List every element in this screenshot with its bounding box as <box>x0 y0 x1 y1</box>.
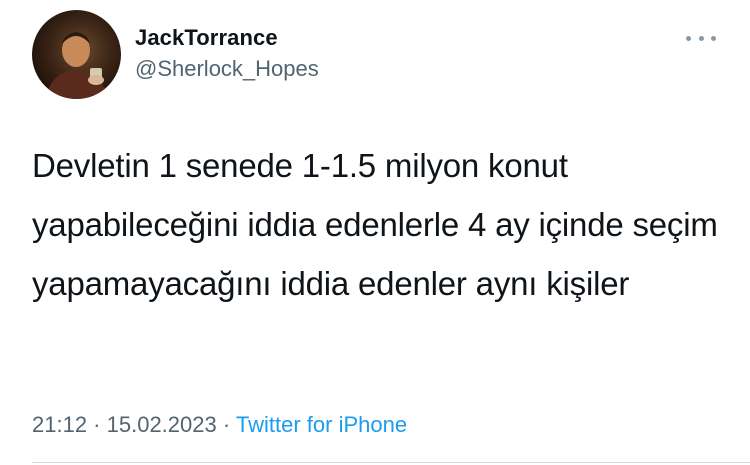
tweet-time[interactable]: 21:12 <box>32 412 87 437</box>
more-dot <box>711 35 716 41</box>
meta-separator: · <box>216 412 236 437</box>
tweet-date[interactable]: 15.02.2023 <box>107 412 217 437</box>
tweet-meta: 21:12 · 15.02.2023 · Twitter for iPhone <box>32 410 407 440</box>
tweet-source-link[interactable]: Twitter for iPhone <box>236 412 407 437</box>
user-handle[interactable]: @Sherlock_Hopes <box>135 54 319 84</box>
tweet-card: JackTorrance @Sherlock_Hopes Devletin 1 … <box>0 0 750 465</box>
tweet-text: Devletin 1 senede 1-1.5 milyon konut yap… <box>32 147 718 302</box>
avatar[interactable] <box>32 10 121 99</box>
divider <box>32 462 750 463</box>
more-options-icon[interactable] <box>686 30 716 46</box>
display-name[interactable]: JackTorrance <box>135 24 319 52</box>
more-dot <box>698 35 704 41</box>
meta-separator: · <box>87 412 107 437</box>
profile-photo-icon <box>46 32 108 99</box>
author-info: JackTorrance @Sherlock_Hopes <box>135 24 319 84</box>
more-dot <box>686 35 691 41</box>
